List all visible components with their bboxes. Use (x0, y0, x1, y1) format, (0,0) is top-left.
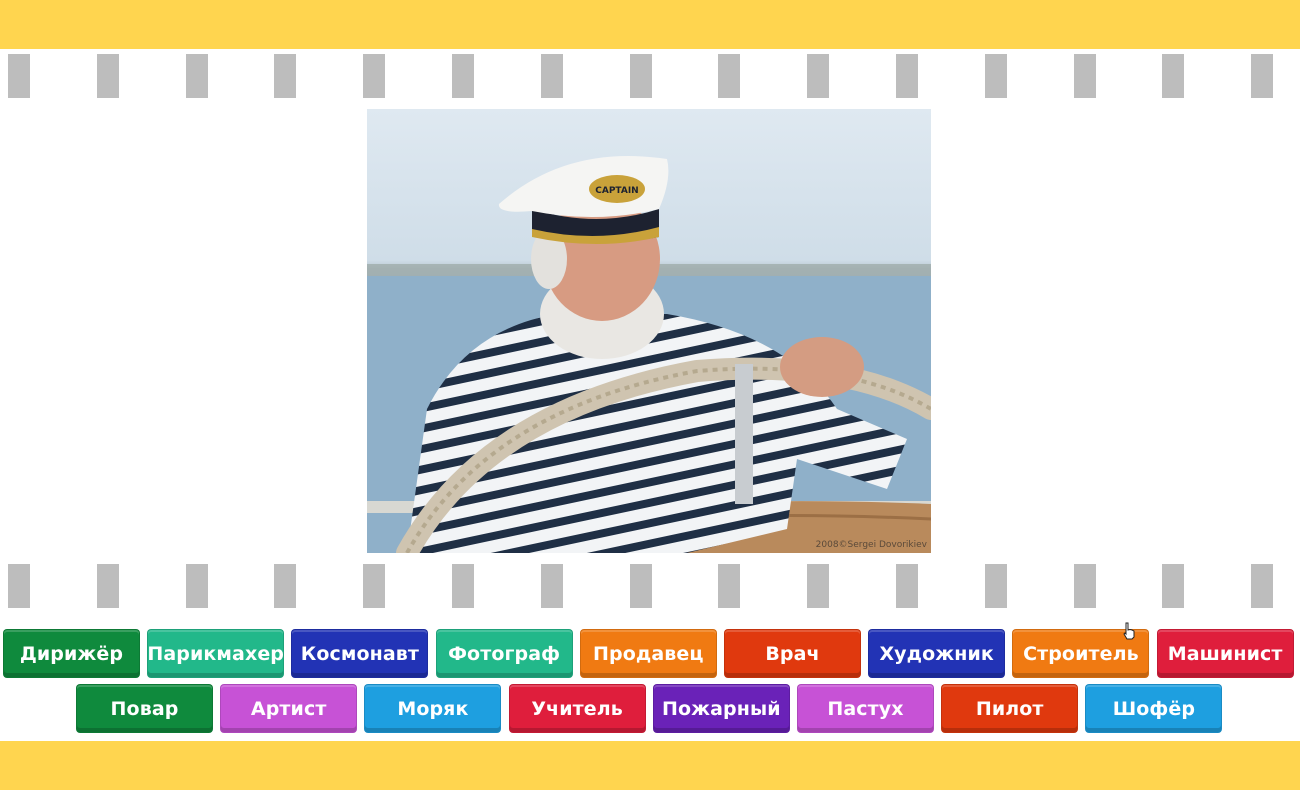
answer-button[interactable]: Учитель (508, 684, 646, 733)
film-hole (1251, 54, 1274, 98)
film-hole (1073, 564, 1096, 608)
answer-button[interactable]: Фотограф (435, 629, 573, 678)
answer-button[interactable]: Машинист (1156, 629, 1294, 678)
film-hole (96, 54, 119, 98)
film-hole (274, 564, 297, 608)
film-perforation-top (0, 54, 1300, 98)
film-hole (984, 54, 1007, 98)
film-hole (452, 54, 474, 98)
film-hole (8, 564, 30, 608)
film-hole (807, 54, 830, 98)
film-hole (363, 564, 386, 608)
answer-button[interactable]: Моряк (364, 684, 502, 733)
answer-button[interactable]: Продавец (579, 629, 717, 678)
answer-button[interactable]: Художник (868, 629, 1006, 678)
answer-button[interactable]: Пастух (797, 684, 934, 733)
cap-badge-text: CAPTAIN (595, 186, 638, 196)
film-hole (1073, 54, 1096, 98)
film-hole (8, 54, 30, 98)
photo-credit: 2008©Sergei Dovorikiev (815, 540, 927, 550)
bottom-banner (0, 741, 1300, 790)
hand-pointer-cursor-icon (1123, 622, 1135, 640)
film-hole (629, 54, 652, 98)
film-hole (896, 564, 918, 608)
film-hole (1162, 54, 1185, 98)
film-hole (984, 564, 1007, 608)
top-banner (0, 0, 1300, 49)
answer-button[interactable]: Дирижёр (3, 629, 140, 678)
film-hole (452, 564, 474, 608)
answer-button[interactable]: Врач (724, 629, 861, 678)
film-hole (540, 54, 563, 98)
answer-button[interactable]: Пожарный (652, 684, 790, 733)
film-hole (540, 564, 563, 608)
film-hole (1251, 564, 1274, 608)
film-hole (629, 564, 652, 608)
film-hole (185, 564, 208, 608)
film-perforation-bottom (0, 564, 1300, 608)
answer-button[interactable]: Повар (76, 684, 213, 733)
answer-button[interactable]: Парикмахер (147, 629, 285, 678)
film-hole (274, 54, 297, 98)
film-hole (807, 564, 830, 608)
answer-button[interactable]: Космонавт (291, 629, 429, 678)
film-hole (718, 54, 741, 98)
film-hole (718, 564, 741, 608)
film-hole (896, 54, 918, 98)
film-hole (96, 564, 119, 608)
question-image: CAPTAIN 2008©Sergei Dovorikiev (367, 109, 931, 553)
answer-button[interactable]: Артист (220, 684, 358, 733)
film-hole (185, 54, 208, 98)
answer-button[interactable]: Пилот (941, 684, 1079, 733)
captain-photo-illustration: CAPTAIN (367, 156, 931, 553)
film-hole (363, 54, 386, 98)
film-hole (1162, 564, 1185, 608)
answer-button[interactable]: Шофёр (1085, 684, 1223, 733)
